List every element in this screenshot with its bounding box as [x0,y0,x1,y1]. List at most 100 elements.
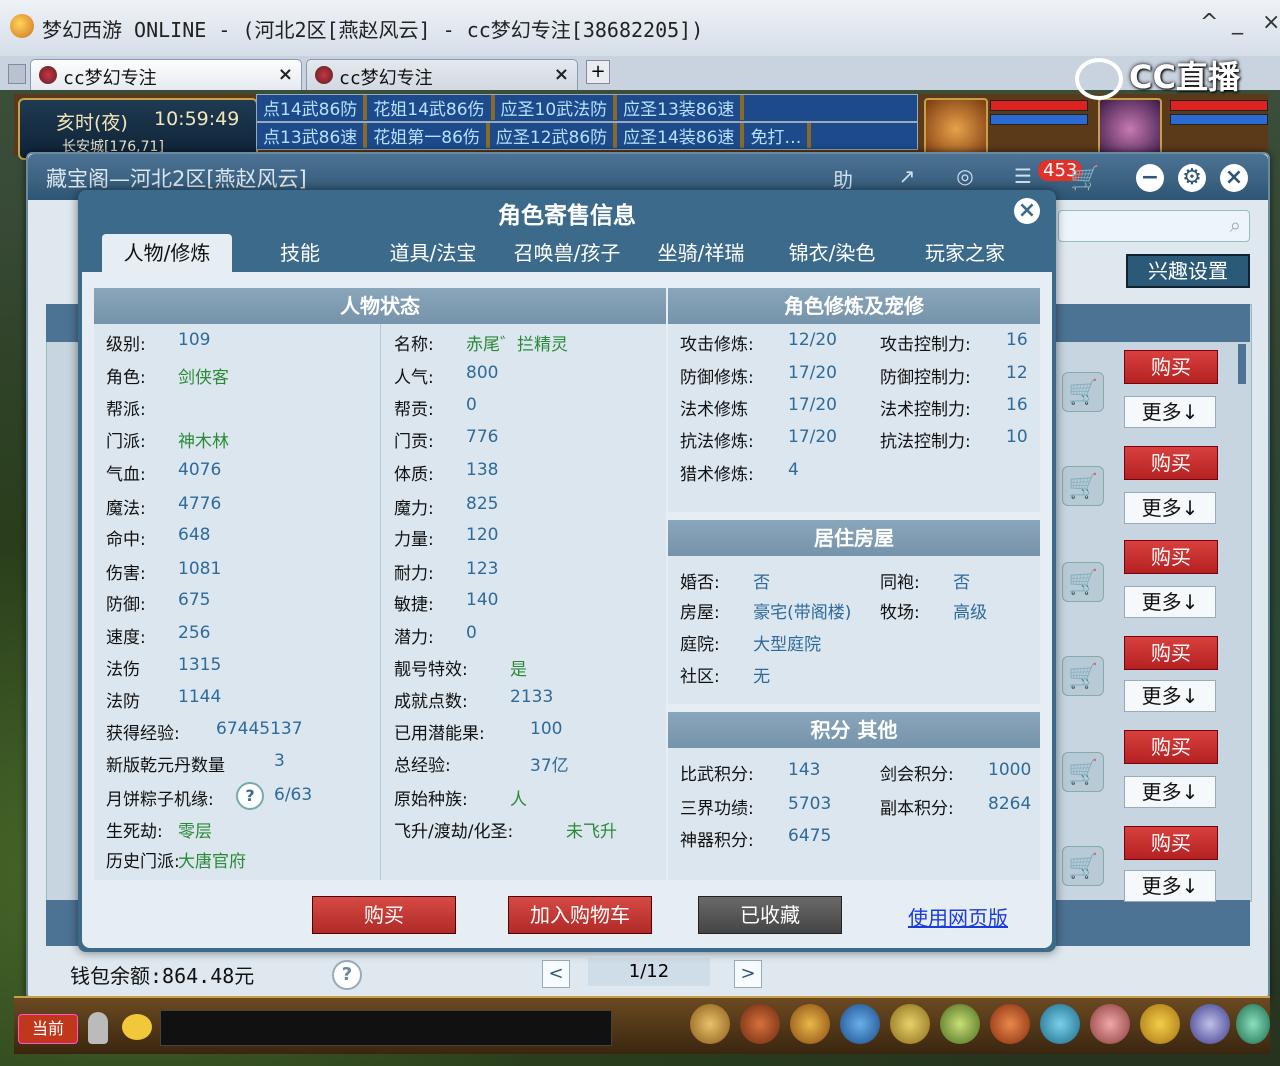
list-more-button[interactable]: 更多↓ [1124,870,1216,902]
list-buy-button[interactable]: 购买 [1124,446,1218,480]
tab-outfits-dyes[interactable]: 锦衣/染色 [770,234,894,272]
chat-input[interactable] [160,1010,612,1046]
tab-character-cultivation[interactable]: 人物/修炼 [102,234,232,272]
search-input[interactable]: ⌕ [1058,210,1250,242]
prev-page-button[interactable]: < [542,960,570,988]
column-divider [380,324,381,880]
stat-label: 敏捷: [394,595,434,615]
microphone-icon[interactable] [88,1012,108,1044]
item-icon[interactable] [740,1004,780,1044]
stat-value: 67445137 [216,719,303,739]
stat-label: 原始种族: [394,790,468,810]
stat-value: 675 [178,590,211,610]
chat-bubble-icon[interactable] [122,1014,152,1040]
stat-label: 帮派: [106,400,146,420]
stat-label: 魔法: [106,499,146,519]
tab-close-icon[interactable]: × [554,64,569,85]
new-tab-button[interactable]: + [586,60,610,84]
pet-portrait[interactable] [924,98,988,160]
list-buy-button[interactable]: 购买 [1124,350,1218,384]
shop-icon[interactable] [1090,1004,1130,1044]
skill-icon[interactable] [890,1004,930,1044]
list-buy-button[interactable]: 购买 [1124,826,1218,860]
tab-close-icon[interactable]: × [278,64,293,85]
stat-label: 门派: [106,432,146,452]
stat-label: 门贡: [394,432,434,452]
stat-value: 3 [274,751,285,771]
time-period: 亥时(夜) [56,112,128,134]
cart-icon[interactable]: 🛒 [1062,562,1104,602]
friends-icon[interactable] [1040,1004,1080,1044]
list-buy-button[interactable]: 购买 [1124,540,1218,574]
stat-label: 防御: [106,595,146,615]
cart-icon[interactable]: 🛒 [1062,372,1104,412]
stat-value: 1315 [178,655,222,675]
settings-gear-icon[interactable]: ⚙ [1178,164,1206,192]
history-icon[interactable]: ◎ [950,164,980,190]
current-channel-button[interactable]: 当前 [18,1014,78,1044]
search-icon[interactable]: ⌕ [1230,213,1241,237]
points-value: 8264 [988,794,1032,814]
tab-menu-icon[interactable] [8,64,26,84]
team-icon[interactable] [790,1004,830,1044]
tab-skills[interactable]: 技能 [238,234,362,272]
time-value: 10:59:49 [154,108,240,130]
list-more-button[interactable]: 更多↓ [1124,680,1216,712]
settings-icon[interactable] [1236,1004,1270,1044]
list-more-button[interactable]: 更多↓ [1124,776,1216,808]
buy-button[interactable]: 购买 [312,896,456,934]
stat-value: 0 [466,395,477,415]
player-portrait[interactable] [1098,98,1162,160]
restore-button[interactable]: ^ [1200,10,1218,35]
list-scrollbar[interactable] [1238,344,1246,384]
help-question-icon[interactable]: ? [236,782,264,810]
use-web-version-link[interactable]: 使用网页版 [908,902,1008,931]
minimize-button[interactable]: _ [1232,10,1243,35]
stat-value: 256 [178,623,211,643]
message-icon[interactable]: ☰ [1008,164,1038,190]
quest-icon[interactable] [940,1004,980,1044]
stat-label: 潜力: [394,628,434,648]
tab-player-home[interactable]: 玩家之家 [898,234,1032,272]
dialog-close-button[interactable]: × [1014,198,1040,224]
tab-cc-2[interactable]: cc梦幻专注 × [306,59,578,90]
list-more-button[interactable]: 更多↓ [1124,586,1216,618]
add-to-cart-button[interactable]: 加入购物车 [508,896,652,934]
control-value: 16 [1006,330,1028,350]
guild-icon[interactable] [990,1004,1030,1044]
list-buy-button[interactable]: 购买 [1124,730,1218,764]
favorited-button[interactable]: 已收藏 [698,896,842,934]
system-icon[interactable] [1190,1004,1230,1044]
cart-icon[interactable]: 🛒 [1062,466,1104,506]
tab-pets-children[interactable]: 召唤兽/孩子 [502,234,632,272]
stat-text: 免打… [744,123,812,148]
cart-icon[interactable]: 🛒 [1062,656,1104,696]
next-page-button[interactable]: > [734,960,762,988]
interest-settings-button[interactable]: 兴趣设置 [1126,254,1250,288]
pet-mp-bar [990,114,1088,125]
stat-label: 命中: [106,530,146,550]
share-icon[interactable]: ↗ [892,164,922,190]
stat-label: 法伤 [106,660,140,680]
activity-icon[interactable] [1140,1004,1180,1044]
tab-cc-1[interactable]: cc梦幻专注 × [30,59,302,90]
close-panel-button[interactable]: × [1220,164,1248,192]
attack-icon[interactable] [690,1004,730,1044]
list-buy-button[interactable]: 购买 [1124,636,1218,670]
minimize-panel-button[interactable]: − [1136,164,1164,192]
stat-label: 速度: [106,628,146,648]
tab-mounts[interactable]: 坐骑/祥瑞 [636,234,766,272]
list-more-button[interactable]: 更多↓ [1124,396,1216,428]
cart-icon[interactable]: 🛒 [1062,846,1104,886]
list-more-button[interactable]: 更多↓ [1124,492,1216,524]
wallet-help-icon[interactable]: ? [332,960,362,990]
pet-icon[interactable] [840,1004,880,1044]
tab-items-treasures[interactable]: 道具/法宝 [368,234,498,272]
stat-value: 120 [466,525,499,545]
window-titlebar: 梦幻西游 ONLINE - (河北2区[燕赵风云] - cc梦幻专注[38682… [0,0,1280,57]
cart-icon[interactable]: 🛒 [1062,752,1104,792]
help-icon[interactable]: 助 [828,164,858,192]
role-sale-info-dialog: 角色寄售信息 × 人物/修炼 技能 道具/法宝 召唤兽/孩子 坐骑/祥瑞 锦衣/… [78,190,1056,952]
shopping-cart-icon[interactable]: 🛒 [1070,164,1100,192]
close-window-button[interactable]: × [1262,10,1280,35]
